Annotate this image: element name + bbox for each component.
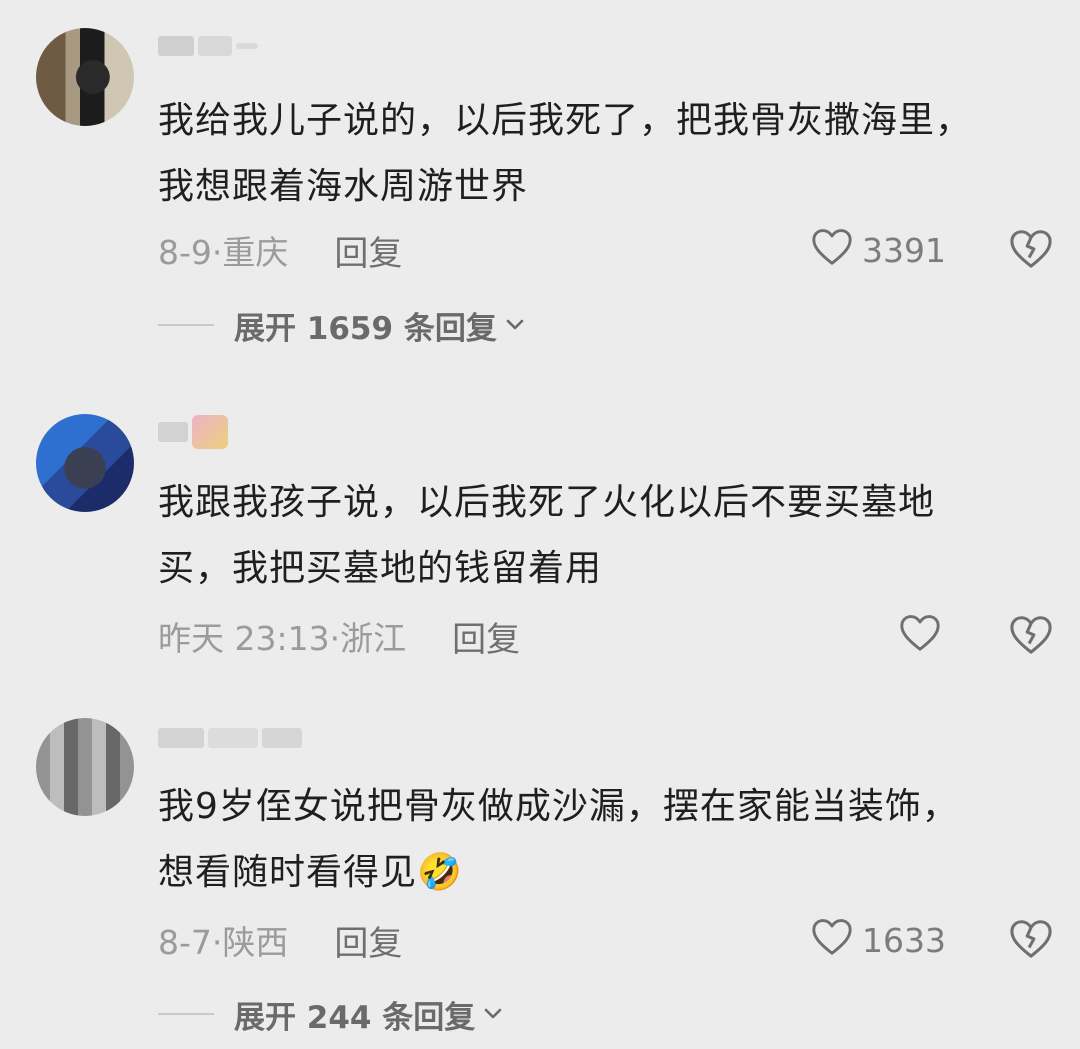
broken-heart-icon: [1008, 227, 1054, 273]
like-button[interactable]: 3391: [810, 228, 946, 272]
divider-line: [158, 1013, 214, 1015]
heart-outline-icon: [810, 226, 854, 274]
reply-button[interactable]: 回复: [334, 916, 402, 965]
like-count: 3391: [862, 230, 946, 270]
expand-replies-label: 展开 244 条回复: [234, 999, 476, 1036]
comment-meta: 昨天 23:13·浙江 回复: [158, 612, 520, 661]
comment-meta: 8-9·重庆 回复: [158, 226, 402, 275]
laughing-emoji: 🤣: [417, 852, 463, 893]
chevron-down-icon: [505, 318, 525, 332]
heart-outline-icon: [810, 916, 854, 964]
dislike-button[interactable]: [1008, 228, 1054, 272]
expand-replies-button[interactable]: 展开 244 条回复: [158, 994, 503, 1036]
broken-heart-icon: [1008, 613, 1054, 659]
timestamp-location: 8-7·陕西: [158, 923, 289, 962]
dislike-button[interactable]: [1008, 614, 1054, 658]
broken-heart-icon: [1008, 917, 1054, 963]
dislike-button[interactable]: [1008, 918, 1054, 962]
avatar[interactable]: [36, 414, 134, 512]
username-blurred[interactable]: [158, 415, 228, 449]
timestamp-location: 昨天 23:13·浙江: [158, 619, 407, 658]
comment-meta: 8-7·陕西 回复: [158, 916, 402, 965]
username-blurred[interactable]: [158, 726, 302, 750]
avatar[interactable]: [36, 718, 134, 816]
expand-replies-button[interactable]: 展开 1659 条回复: [158, 305, 525, 347]
username-blurred[interactable]: [158, 34, 258, 58]
comment-text: 我给我儿子说的，以后我死了，把我骨灰撒海里， 我想跟着海水周游世界: [158, 100, 973, 207]
like-button[interactable]: [898, 614, 950, 658]
reply-button[interactable]: 回复: [452, 612, 520, 661]
comment-text: 我9岁侄女说把骨灰做成沙漏，摆在家能当装饰， 想看随时看得见🤣: [158, 786, 959, 893]
comment-text: 我跟我孩子说，以后我死了火化以后不要买墓地 买，我把买墓地的钱留着用: [158, 482, 936, 589]
chevron-down-icon: [483, 1007, 503, 1021]
heart-outline-icon: [898, 612, 942, 660]
avatar[interactable]: [36, 28, 134, 126]
like-button[interactable]: 1633: [810, 918, 946, 962]
expand-replies-label: 展开 1659 条回复: [234, 310, 497, 347]
divider-line: [158, 324, 214, 326]
like-count: 1633: [862, 920, 946, 960]
timestamp-location: 8-9·重庆: [158, 233, 289, 272]
reply-button[interactable]: 回复: [334, 226, 402, 275]
